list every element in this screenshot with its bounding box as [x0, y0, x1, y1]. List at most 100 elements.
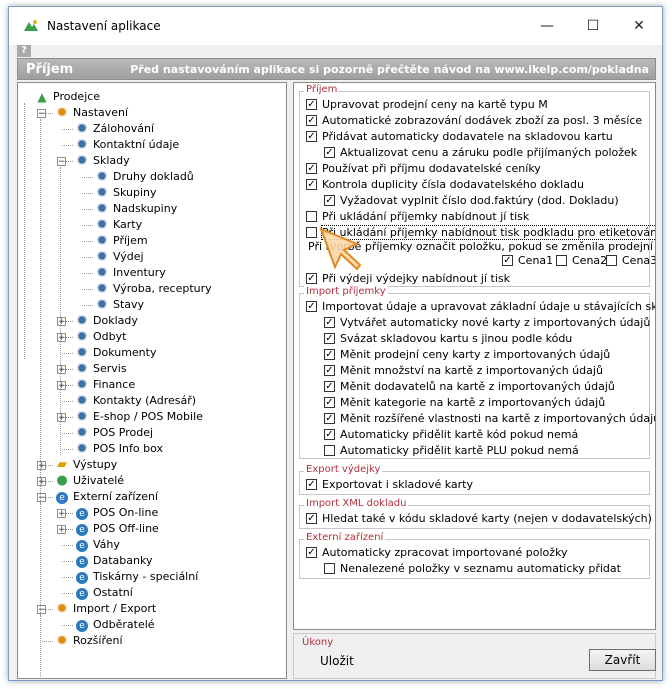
- tree-item-vyroba-receptury[interactable]: ✹ Výroba, receptury: [94, 281, 212, 297]
- checkbox[interactable]: [306, 273, 317, 284]
- import-option-3[interactable]: Svázat skladovou kartu s jinou podle kód…: [324, 331, 572, 347]
- tree-item-vahy[interactable]: e Váhy: [74, 537, 120, 553]
- prijem-option-3[interactable]: Přidávat automaticky dodavatele na sklad…: [306, 129, 613, 145]
- checkbox[interactable]: [324, 349, 335, 360]
- price-1-checkbox[interactable]: Cena1: [502, 253, 553, 269]
- tree-item-uzivatele[interactable]: ● Uživatelé: [54, 473, 124, 489]
- tree-item-odbyt[interactable]: ✹ Odbyt: [74, 329, 126, 345]
- close-button[interactable]: Zavřít: [589, 649, 656, 671]
- checkbox[interactable]: [324, 317, 335, 328]
- tree-item-dokumenty[interactable]: ✹ Dokumenty: [74, 345, 156, 361]
- expand-icon[interactable]: +: [57, 525, 66, 535]
- tree-item-stavy[interactable]: ✹ Stavy: [94, 297, 144, 313]
- tree-item-zalohovani[interactable]: ✹ Zálohování: [74, 121, 154, 137]
- external-option-2[interactable]: Nenalezené položky v seznamu automaticky…: [324, 561, 621, 577]
- tree-item-sklady[interactable]: ✹ Sklady: [74, 153, 130, 169]
- tree-item-pos-off-line[interactable]: e POS Off-line: [74, 521, 159, 537]
- tree-item-e-shop-pos-mobile[interactable]: ✹ E-shop / POS Mobile: [74, 409, 203, 425]
- tree-item-kontakty-adresar[interactable]: ✹ Kontakty (Adresář): [74, 393, 196, 409]
- tree-item-prijem[interactable]: ✹ Příjem: [94, 233, 147, 249]
- checkbox[interactable]: [306, 513, 317, 524]
- checkbox[interactable]: [306, 163, 317, 174]
- minimize-button[interactable]: —: [524, 7, 570, 45]
- import-option-8[interactable]: Měnit rozšířené vlastnosti na kartě z im…: [324, 411, 655, 427]
- import-option-9[interactable]: Automaticky přidělit kartě kód pokud nem…: [324, 427, 578, 443]
- expand-icon[interactable]: +: [37, 461, 46, 471]
- collapse-icon[interactable]: −: [57, 157, 66, 167]
- checkbox[interactable]: [324, 147, 335, 158]
- tree-item-nadskupiny[interactable]: ✹ Nadskupiny: [94, 201, 177, 217]
- checkbox[interactable]: [324, 445, 335, 456]
- collapse-icon[interactable]: −: [37, 605, 46, 615]
- tree-item-odberatele[interactable]: e Odběratelé: [74, 617, 155, 633]
- tree-item-pos-prodej[interactable]: ✹ POS Prodej: [74, 425, 153, 441]
- checkbox[interactable]: [306, 179, 317, 190]
- export-option-1[interactable]: Exportovat i skladové karty: [306, 477, 473, 493]
- tree-item-tiskarny-specialni[interactable]: e Tiskárny - speciální: [74, 569, 198, 585]
- import-option-6[interactable]: Měnit dodavatelů na kartě z importovanýc…: [324, 379, 615, 395]
- checkbox[interactable]: [306, 211, 317, 222]
- expand-icon[interactable]: +: [57, 381, 66, 391]
- tree-item-kontaktni-udaje[interactable]: ✹ Kontaktní údaje: [74, 137, 179, 153]
- checkbox[interactable]: [306, 301, 317, 312]
- help-icon[interactable]: ?: [17, 45, 31, 57]
- tree-item-vydej[interactable]: ✹ Výdej: [94, 249, 143, 265]
- tree-item-pos-on-line[interactable]: e POS On-line: [74, 505, 158, 521]
- checkbox[interactable]: [502, 255, 513, 266]
- price-2-checkbox[interactable]: Cena2: [556, 253, 607, 269]
- close-window-button[interactable]: ✕: [616, 7, 662, 45]
- tree-item-druhy-dokladu[interactable]: ✹ Druhy dokladů: [94, 169, 194, 185]
- checkbox[interactable]: [306, 99, 317, 110]
- checkbox[interactable]: [306, 547, 317, 558]
- tree-item-pos-info-box[interactable]: ✹ POS Info box: [74, 441, 163, 457]
- expand-icon[interactable]: +: [57, 333, 66, 343]
- expand-icon[interactable]: +: [57, 413, 66, 423]
- collapse-icon[interactable]: −: [37, 493, 46, 503]
- settings-tree[interactable]: ▲ Prodejce ✹ Nastavení − ✹ Zálohování ✹ Kontaktn…: [17, 82, 287, 679]
- tree-item-rozsireni[interactable]: ✹ Rozšíření: [54, 633, 122, 649]
- checkbox[interactable]: [324, 381, 335, 392]
- tree-item-servis[interactable]: ✹ Servis: [74, 361, 126, 377]
- prijem-option-6[interactable]: Kontrola duplicity čísla dodavatelského …: [306, 177, 584, 193]
- checkbox[interactable]: [306, 115, 317, 126]
- import-option-2[interactable]: Vytvářet automaticky nové karty z import…: [324, 315, 650, 331]
- prijem-option-7[interactable]: Vyžadovat vyplnit číslo dod.faktúry (dod…: [324, 193, 619, 209]
- tree-item-vystupy[interactable]: ▰ Výstupy: [54, 457, 117, 473]
- tree-item-skupiny[interactable]: ✹ Skupiny: [94, 185, 156, 201]
- expand-icon[interactable]: +: [37, 477, 46, 487]
- checkbox[interactable]: [324, 195, 335, 206]
- tree-item-nastaveni[interactable]: ✹ Nastavení: [54, 105, 128, 121]
- prijem-option-5[interactable]: Používat při příjmu dodavatelské ceníky: [306, 161, 541, 177]
- tree-item-finance[interactable]: ✹ Finance: [74, 377, 135, 393]
- maximize-button[interactable]: ☐: [570, 7, 616, 45]
- xml-option-1[interactable]: Hledat také v kódu skladové karty (nejen…: [306, 511, 652, 527]
- checkbox[interactable]: [606, 255, 617, 266]
- import-option-5[interactable]: Měnit množství na kartě z importovaných …: [324, 363, 603, 379]
- price-3-checkbox[interactable]: Cena3: [606, 253, 655, 269]
- prijem-option-10[interactable]: Při výdeji výdejky nabídnout jí tisk: [306, 271, 510, 287]
- tree-item-externi-zarizeni[interactable]: e Externí zařízení: [54, 489, 158, 505]
- checkbox[interactable]: [324, 429, 335, 440]
- prijem-option-4[interactable]: Aktualizovat cenu a záruku podle přijíma…: [324, 145, 637, 161]
- import-option-10[interactable]: Automaticky přidělit kartě PLU pokud nem…: [324, 443, 579, 459]
- prijem-option-8[interactable]: Při ukládání příjemky nabídnout jí tisk: [306, 209, 529, 225]
- tree-item-ostatni[interactable]: e Ostatní: [74, 585, 133, 601]
- import-option-4[interactable]: Měnit prodejní ceny karty z importovanýc…: [324, 347, 610, 363]
- prijem-option-1[interactable]: Upravovat prodejní ceny na kartě typu M: [306, 97, 548, 113]
- tree-item-doklady[interactable]: ✹ Doklady: [74, 313, 138, 329]
- checkbox[interactable]: [306, 227, 317, 238]
- import-option-7[interactable]: Měnit kategorie na kartě z importovaných…: [324, 395, 605, 411]
- tree-item-karty[interactable]: ✹ Karty: [94, 217, 142, 233]
- external-option-1[interactable]: Automaticky zpracovat importované položk…: [306, 545, 568, 561]
- checkbox[interactable]: [306, 479, 317, 490]
- save-button[interactable]: Uložit: [320, 654, 354, 668]
- expand-icon[interactable]: +: [57, 365, 66, 375]
- checkbox[interactable]: [324, 397, 335, 408]
- checkbox[interactable]: [324, 333, 335, 344]
- checkbox[interactable]: [324, 413, 335, 424]
- import-option-1[interactable]: Importovat údaje a upravovat základní úd…: [306, 299, 655, 315]
- collapse-icon[interactable]: −: [37, 109, 46, 119]
- tree-item-inventury[interactable]: ✹ Inventury: [94, 265, 166, 281]
- expand-icon[interactable]: +: [57, 509, 66, 519]
- checkbox[interactable]: [306, 131, 317, 142]
